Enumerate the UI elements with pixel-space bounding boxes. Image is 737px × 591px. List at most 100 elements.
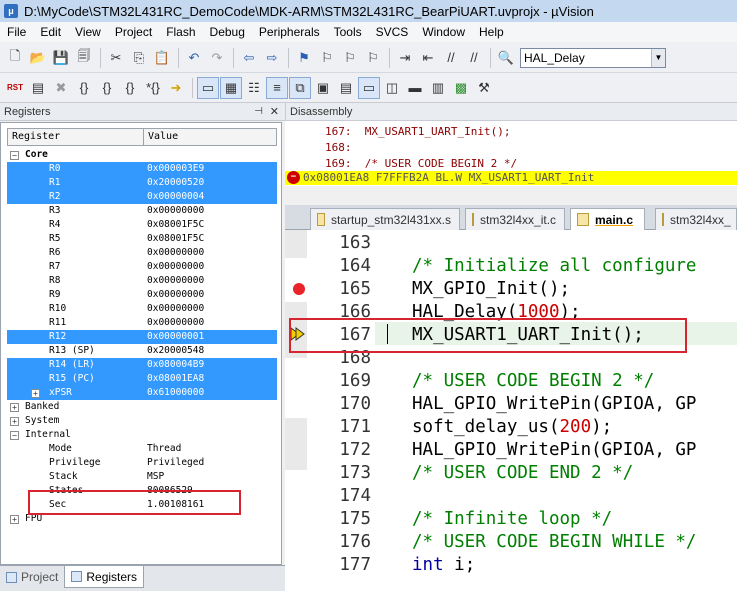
find-in-files-icon[interactable]: 🔍: [495, 47, 517, 69]
watch-window-icon[interactable]: ▣: [312, 77, 334, 99]
register-row[interactable]: R10 0x00000000: [7, 302, 277, 316]
symbols-window-icon[interactable]: ☷: [243, 77, 265, 99]
registers-window-icon[interactable]: ≡: [266, 76, 288, 99]
tab-project[interactable]: Project: [0, 566, 64, 588]
code-line[interactable]: /* Infinite loop */: [412, 509, 612, 529]
register-value[interactable]: 0x08001F5C: [147, 232, 204, 246]
register-value[interactable]: 0x00000000: [147, 246, 204, 260]
menu-peripherals[interactable]: Peripherals: [252, 22, 327, 42]
code-line[interactable]: HAL_GPIO_WritePin(GPIOA, GP: [412, 440, 696, 460]
register-row[interactable]: R6 0x00000000: [7, 246, 277, 260]
register-row[interactable]: R13 (SP) 0x20000548: [7, 344, 277, 358]
indent-icon[interactable]: ⇥: [394, 47, 416, 69]
internal-row[interactable]: Privilege Privileged: [7, 456, 277, 470]
register-value[interactable]: 0x00000001: [147, 330, 204, 344]
code-line[interactable]: HAL_GPIO_WritePin(GPIOA, GP: [412, 394, 696, 414]
bookmark-prev-icon[interactable]: ⚐: [316, 47, 338, 69]
register-row[interactable]: R14 (LR) 0x080004B9: [7, 358, 277, 372]
paste-icon[interactable]: 📋: [151, 47, 173, 69]
register-value[interactable]: 0x000003E9: [147, 162, 204, 176]
breakpoint-icon[interactable]: [293, 283, 305, 295]
step-over-icon[interactable]: {}: [96, 77, 118, 99]
expand-icon[interactable]: +: [31, 389, 40, 398]
register-row[interactable]: R11 0x00000000: [7, 316, 277, 330]
redo-icon[interactable]: ↷: [206, 47, 228, 69]
register-row[interactable]: R2 0x00000004: [7, 190, 277, 204]
uncomment-icon[interactable]: //: [463, 47, 485, 69]
code-line[interactable]: /* USER CODE BEGIN WHILE */: [412, 532, 696, 552]
toolbox-icon[interactable]: ▩: [450, 77, 472, 99]
nav-forward-icon[interactable]: ⇨: [261, 47, 283, 69]
code-line[interactable]: /* USER CODE BEGIN 2 */: [412, 371, 654, 391]
register-row[interactable]: R0 0x000003E9: [7, 162, 277, 176]
command-window-icon[interactable]: ▭: [197, 76, 219, 99]
register-value[interactable]: 0x61000000: [147, 386, 204, 400]
register-row[interactable]: R8 0x00000000: [7, 274, 277, 288]
register-value[interactable]: 0x00000000: [147, 204, 204, 218]
register-value[interactable]: 0x08001EA8: [147, 372, 204, 386]
serial-window-icon[interactable]: ▭: [358, 76, 380, 99]
register-value[interactable]: 0x00000000: [147, 288, 204, 302]
register-row[interactable]: R15 (PC) 0x08001EA8: [7, 372, 277, 386]
bookmark-icon[interactable]: ⚑: [293, 47, 315, 69]
stop-icon[interactable]: ✖: [50, 77, 72, 99]
tab-main-file[interactable]: main.c: [570, 208, 645, 230]
pin-icon[interactable]: ⊣: [254, 106, 263, 117]
copy-icon[interactable]: ⎘: [128, 47, 150, 69]
unindent-icon[interactable]: ⇤: [417, 47, 439, 69]
system-viewer-icon[interactable]: ▥: [427, 77, 449, 99]
nav-back-icon[interactable]: ⇦: [238, 47, 260, 69]
tree-node-banked[interactable]: + Banked: [7, 400, 277, 414]
step-in-icon[interactable]: {}: [73, 77, 95, 99]
tab-startup-file[interactable]: startup_stm32l431xx.s: [310, 208, 460, 230]
menu-help[interactable]: Help: [472, 22, 511, 42]
register-value[interactable]: 0x00000000: [147, 260, 204, 274]
bookmark-clear-icon[interactable]: ⚐: [362, 47, 384, 69]
menu-project[interactable]: Project: [108, 22, 159, 42]
register-value[interactable]: 0x20000548: [147, 344, 204, 358]
register-row[interactable]: R4 0x08001F5C: [7, 218, 277, 232]
register-row[interactable]: R1 0x20000520: [7, 176, 277, 190]
code-line[interactable]: soft_delay_us(200);: [412, 417, 612, 437]
comment-icon[interactable]: //: [440, 47, 462, 69]
value-column-header[interactable]: Value: [144, 129, 178, 145]
register-value[interactable]: 0x00000000: [147, 302, 204, 316]
memory-window-icon[interactable]: ▤: [335, 77, 357, 99]
register-column-header[interactable]: Register: [8, 129, 144, 145]
collapse-icon[interactable]: −: [10, 431, 19, 440]
collapse-icon[interactable]: −: [10, 151, 19, 160]
menu-view[interactable]: View: [68, 22, 108, 42]
tree-node-core[interactable]: − Core: [7, 148, 277, 162]
menu-edit[interactable]: Edit: [33, 22, 68, 42]
tree-node-system[interactable]: + System: [7, 414, 277, 428]
call-stack-window-icon[interactable]: ⧉: [289, 76, 311, 99]
code-line[interactable]: MX_GPIO_Init();: [412, 279, 570, 299]
register-value[interactable]: 0x00000000: [147, 274, 204, 288]
tree-node-internal[interactable]: − Internal: [7, 428, 277, 442]
expand-icon[interactable]: +: [10, 515, 19, 524]
tab-registers[interactable]: Registers: [64, 566, 145, 588]
register-row[interactable]: R7 0x00000000: [7, 260, 277, 274]
reset-icon[interactable]: RST: [4, 77, 26, 99]
register-value[interactable]: 0x00000000: [147, 316, 204, 330]
menu-svcs[interactable]: SVCS: [369, 22, 416, 42]
trace-window-icon[interactable]: ▬: [404, 77, 426, 99]
register-row[interactable]: R5 0x08001F5C: [7, 232, 277, 246]
close-icon[interactable]: ✕: [270, 105, 279, 118]
tab-it-file[interactable]: stm32l4xx_it.c: [465, 208, 565, 230]
tab-hal-file[interactable]: stm32l4xx_: [655, 208, 737, 230]
debug-settings-icon[interactable]: ⚒: [473, 77, 495, 99]
register-row[interactable]: R9 0x00000000: [7, 288, 277, 302]
menu-flash[interactable]: Flash: [159, 22, 202, 42]
expand-icon[interactable]: +: [10, 403, 19, 412]
run-to-cursor-icon[interactable]: *{}: [142, 77, 164, 99]
bookmark-next-icon[interactable]: ⚐: [339, 47, 361, 69]
register-row[interactable]: R3 0x00000000: [7, 204, 277, 218]
register-value[interactable]: 0x20000520: [147, 176, 204, 190]
undo-icon[interactable]: ↶: [183, 47, 205, 69]
expand-icon[interactable]: +: [10, 417, 19, 426]
function-combo[interactable]: HAL_Delay ▼: [520, 47, 666, 68]
code-line[interactable]: /* Initialize all configure: [412, 256, 696, 276]
disassembly-window-icon[interactable]: ▦: [220, 76, 242, 99]
register-row[interactable]: R12 0x00000001: [7, 330, 277, 344]
